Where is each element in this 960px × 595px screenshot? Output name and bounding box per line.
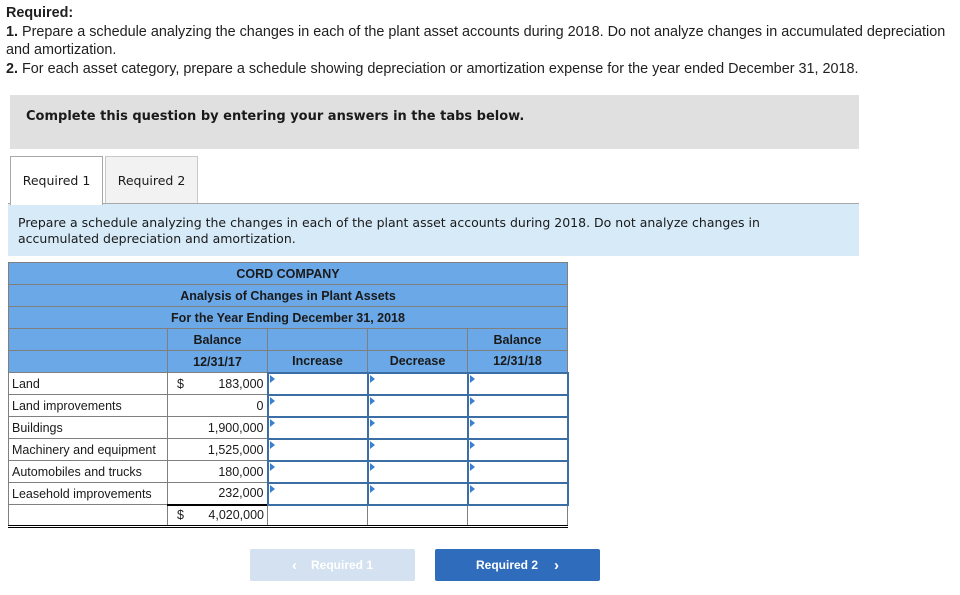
balance-start-cell: 232,000 bbox=[167, 482, 268, 505]
increase-input[interactable] bbox=[268, 395, 367, 416]
table-row: Leasehold improvements 232,000 bbox=[8, 481, 569, 506]
decrease-input[interactable] bbox=[368, 395, 467, 416]
header-balance-end: Balance bbox=[467, 328, 568, 351]
increase-input[interactable] bbox=[268, 439, 367, 460]
next-button-label: Required 2 bbox=[475, 558, 538, 572]
balance-start-cell: 1,525,000 bbox=[167, 438, 268, 461]
ending-balance-input[interactable] bbox=[468, 439, 567, 460]
balance-start-value: 0 bbox=[256, 398, 264, 413]
total-label bbox=[8, 504, 168, 528]
ending-balance-cell bbox=[466, 481, 569, 506]
tab-instruction-text: Prepare a schedule analyzing the changes… bbox=[18, 215, 760, 246]
increase-cell bbox=[266, 459, 369, 484]
table-row: Land improvements 0 bbox=[8, 393, 569, 418]
table-row: Machinery and equipment 1,525,000 bbox=[8, 437, 569, 462]
required-instructions: Required: 1. Prepare a schedule analyzin… bbox=[6, 4, 951, 78]
header-blank bbox=[367, 328, 468, 351]
balance-start-cell: 180,000 bbox=[167, 460, 268, 483]
total-ending bbox=[467, 503, 568, 528]
required-heading: Required: bbox=[6, 5, 74, 21]
chevron-right-icon: › bbox=[554, 556, 559, 574]
decrease-cell bbox=[366, 481, 469, 506]
balance-start-cell: 1,900,000 bbox=[167, 416, 268, 439]
plant-assets-schedule: CORD COMPANY Analysis of Changes in Plan… bbox=[8, 262, 569, 528]
schedule-title: Analysis of Changes in Plant Assets bbox=[8, 284, 568, 307]
increase-cell bbox=[266, 415, 369, 440]
currency-symbol: $ bbox=[177, 508, 184, 523]
header-blank bbox=[267, 328, 368, 351]
table-row: Land $183,000 bbox=[8, 371, 569, 396]
ending-balance-cell bbox=[466, 371, 569, 396]
ending-balance-input[interactable] bbox=[468, 417, 567, 438]
required-item-2: 2. For each asset category, prepare a sc… bbox=[6, 60, 859, 77]
ending-balance-input[interactable] bbox=[468, 373, 567, 394]
ending-balance-input[interactable] bbox=[468, 395, 567, 416]
balance-start-value: 183,000 bbox=[218, 376, 264, 391]
increase-input[interactable] bbox=[268, 373, 367, 394]
header-blank bbox=[8, 350, 168, 373]
ending-balance-input[interactable] bbox=[468, 461, 567, 482]
tab-instruction-panel: Prepare a schedule analyzing the changes… bbox=[8, 203, 859, 256]
ending-balance-cell bbox=[466, 437, 569, 462]
increase-cell bbox=[266, 481, 369, 506]
decrease-cell bbox=[366, 415, 469, 440]
company-name: CORD COMPANY bbox=[8, 262, 568, 285]
currency-symbol: $ bbox=[177, 376, 184, 391]
total-row: $4,020,000 bbox=[8, 503, 568, 528]
ending-balance-cell bbox=[466, 393, 569, 418]
ending-balance-cell bbox=[466, 459, 569, 484]
account-label: Leasehold improvements bbox=[8, 482, 168, 505]
account-label: Automobiles and trucks bbox=[8, 460, 168, 483]
balance-start-value: 180,000 bbox=[218, 464, 264, 479]
decrease-input[interactable] bbox=[368, 439, 467, 460]
balance-start-cell: $183,000 bbox=[167, 372, 268, 395]
total-balance-cell: $4,020,000 bbox=[167, 503, 268, 528]
header-date-end: 12/31/18 bbox=[467, 350, 568, 373]
header-date-start: 12/31/17 bbox=[167, 350, 268, 373]
account-label: Land improvements bbox=[8, 394, 168, 417]
decrease-cell bbox=[366, 393, 469, 418]
table-row: Automobiles and trucks 180,000 bbox=[8, 459, 569, 484]
decrease-input[interactable] bbox=[368, 373, 467, 394]
decrease-input[interactable] bbox=[368, 483, 467, 504]
account-label: Machinery and equipment bbox=[8, 438, 168, 461]
header-decrease: Decrease bbox=[367, 350, 468, 373]
balance-start-value: 232,000 bbox=[218, 486, 264, 501]
tab-required-2[interactable]: Required 2 bbox=[105, 156, 198, 203]
prev-required-1-button[interactable]: ‹ Required 1 bbox=[250, 549, 415, 581]
increase-input[interactable] bbox=[268, 483, 367, 504]
increase-input[interactable] bbox=[268, 461, 367, 482]
ending-balance-cell bbox=[466, 415, 569, 440]
ending-balance-input[interactable] bbox=[468, 483, 567, 504]
account-label: Buildings bbox=[8, 416, 168, 439]
prev-button-label: Required 1 bbox=[310, 558, 373, 572]
banner-text: Complete this question by entering your … bbox=[26, 109, 525, 124]
total-decrease bbox=[367, 503, 468, 528]
decrease-cell bbox=[366, 437, 469, 462]
balance-start-cell: 0 bbox=[167, 394, 268, 417]
schedule-period: For the Year Ending December 31, 2018 bbox=[8, 306, 568, 329]
increase-cell bbox=[266, 371, 369, 396]
next-required-2-button[interactable]: Required 2 › bbox=[435, 549, 600, 581]
increase-cell bbox=[266, 393, 369, 418]
balance-start-value: 1,900,000 bbox=[207, 420, 264, 435]
instruction-banner: Complete this question by entering your … bbox=[10, 95, 859, 149]
balance-start-value: 1,525,000 bbox=[207, 442, 264, 457]
header-increase: Increase bbox=[267, 350, 368, 373]
chevron-left-icon: ‹ bbox=[291, 556, 297, 574]
header-balance-start: Balance bbox=[167, 328, 268, 351]
header-blank bbox=[8, 328, 168, 351]
total-balance: 4,020,000 bbox=[208, 508, 264, 523]
table-row: Buildings 1,900,000 bbox=[8, 415, 569, 440]
account-label: Land bbox=[8, 372, 168, 395]
increase-input[interactable] bbox=[268, 417, 367, 438]
decrease-input[interactable] bbox=[368, 461, 467, 482]
tab-required-1[interactable]: Required 1 bbox=[10, 156, 103, 205]
increase-cell bbox=[266, 437, 369, 462]
decrease-cell bbox=[366, 371, 469, 396]
required-item-1: 1. Prepare a schedule analyzing the chan… bbox=[6, 23, 946, 59]
decrease-cell bbox=[366, 459, 469, 484]
decrease-input[interactable] bbox=[368, 417, 467, 438]
total-increase bbox=[267, 503, 368, 528]
